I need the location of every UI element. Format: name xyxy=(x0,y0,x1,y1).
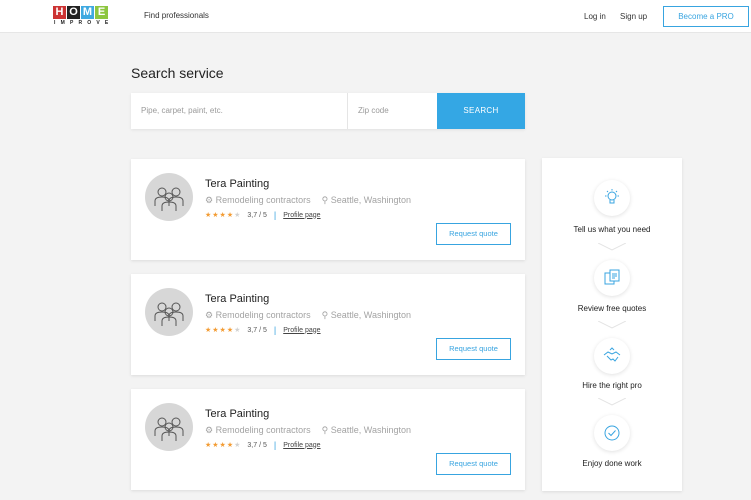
pro-location: Seattle, Washington xyxy=(330,310,411,320)
search-button[interactable]: SEARCH xyxy=(437,93,525,129)
profile-page-link[interactable]: Profile page xyxy=(283,327,320,334)
star-rating-icon: ★★★★★ xyxy=(205,327,242,334)
team-avatar-icon xyxy=(145,288,193,336)
step-label-need: Tell us what you need xyxy=(573,225,651,234)
divider: | xyxy=(273,325,277,335)
pro-name[interactable]: Tera Painting xyxy=(205,293,269,305)
search-title: Search service xyxy=(131,65,224,81)
star-rating-icon: ★★★★★ xyxy=(205,442,242,449)
request-quote-button[interactable]: Request quote xyxy=(436,223,511,245)
profile-page-link[interactable]: Profile page xyxy=(283,212,320,219)
pro-meta: ⚙ Remodeling contractors ⚲ Seattle, Wash… xyxy=(205,425,411,436)
pro-meta: ⚙ Remodeling contractors ⚲ Seattle, Wash… xyxy=(205,195,411,206)
logo-letter-o: O xyxy=(67,6,80,19)
rating-value: 3,7 / 5 xyxy=(247,211,267,219)
profile-page-link[interactable]: Profile page xyxy=(283,442,320,449)
documents-icon xyxy=(594,260,630,296)
category-icon: ⚙ xyxy=(205,425,214,435)
zip-code-input[interactable]: Zip code xyxy=(348,93,437,129)
pro-rating-row: ★★★★★ 3,7 / 5 | Profile page xyxy=(205,325,321,335)
handshake-icon xyxy=(594,338,630,374)
logo-letter-m: M xyxy=(81,6,94,19)
pro-rating-row: ★★★★★ 3,7 / 5 | Profile page xyxy=(205,440,321,450)
how-it-works-panel: Tell us what you need Review free quotes… xyxy=(542,158,682,491)
lightbulb-icon xyxy=(594,180,630,216)
divider: | xyxy=(273,210,277,220)
pro-card: Tera Painting ⚙ Remodeling contractors ⚲… xyxy=(131,389,525,490)
pro-category: Remodeling contractors xyxy=(215,310,311,320)
pro-meta: ⚙ Remodeling contractors ⚲ Seattle, Wash… xyxy=(205,310,411,321)
nav-find-professionals[interactable]: Find professionals xyxy=(144,11,209,20)
service-search-input[interactable]: Pipe, carpet, paint, etc. xyxy=(131,93,348,129)
chevron-down-icon xyxy=(598,321,626,329)
team-avatar-icon xyxy=(145,403,193,451)
logo-letter-e: E xyxy=(95,6,108,19)
top-header: H O M E IMPROVE Find professionals Log i… xyxy=(0,0,751,33)
search-bar: Pipe, carpet, paint, etc. Zip code SEARC… xyxy=(131,93,525,129)
pro-name[interactable]: Tera Painting xyxy=(205,178,269,190)
request-quote-button[interactable]: Request quote xyxy=(436,453,511,475)
rating-value: 3,7 / 5 xyxy=(247,441,267,449)
pro-card: Tera Painting ⚙ Remodeling contractors ⚲… xyxy=(131,274,525,375)
step-label-quotes: Review free quotes xyxy=(577,304,647,313)
logo-subtitle: IMPROVE xyxy=(54,20,114,26)
step-label-hire: Hire the right pro xyxy=(582,381,642,390)
pro-rating-row: ★★★★★ 3,7 / 5 | Profile page xyxy=(205,210,321,220)
nav-signup[interactable]: Sign up xyxy=(620,12,647,21)
rating-value: 3,7 / 5 xyxy=(247,326,267,334)
home-improve-logo[interactable]: H O M E IMPROVE xyxy=(53,6,113,28)
nav-login[interactable]: Log in xyxy=(584,12,606,21)
pro-name[interactable]: Tera Painting xyxy=(205,408,269,420)
step-label-enjoy: Enjoy done work xyxy=(582,459,642,468)
become-pro-button[interactable]: Become a PRO xyxy=(663,6,749,27)
location-pin-icon: ⚲ xyxy=(321,425,329,435)
location-pin-icon: ⚲ xyxy=(321,195,329,205)
pro-category: Remodeling contractors xyxy=(215,425,311,435)
pro-location: Seattle, Washington xyxy=(330,425,411,435)
category-icon: ⚙ xyxy=(205,310,214,320)
divider: | xyxy=(273,440,277,450)
category-icon: ⚙ xyxy=(205,195,214,205)
request-quote-button[interactable]: Request quote xyxy=(436,338,511,360)
pro-location: Seattle, Washington xyxy=(330,195,411,205)
star-rating-icon: ★★★★★ xyxy=(205,212,242,219)
chevron-down-icon xyxy=(598,243,626,251)
pro-card: Tera Painting ⚙ Remodeling contractors ⚲… xyxy=(131,159,525,260)
chevron-down-icon xyxy=(598,398,626,406)
pro-category: Remodeling contractors xyxy=(215,195,311,205)
location-pin-icon: ⚲ xyxy=(321,310,329,320)
checkmark-icon xyxy=(594,415,630,451)
team-avatar-icon xyxy=(145,173,193,221)
logo-letter-h: H xyxy=(53,6,66,19)
